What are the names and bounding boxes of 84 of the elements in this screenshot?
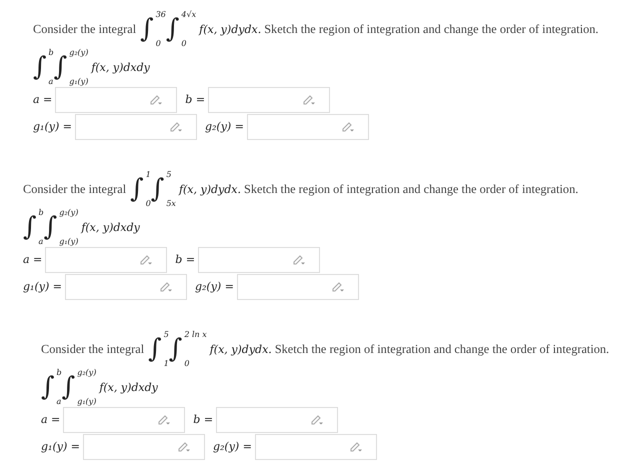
field-label: a =: [41, 413, 60, 426]
pencil-icon: [160, 281, 172, 292]
lower-limit: 1: [164, 359, 169, 368]
upper-limit: b: [38, 208, 44, 217]
integral-sign: ∫: [41, 371, 55, 404]
prompt-text: Consider the integral: [23, 182, 126, 196]
integral-sign: ∫: [166, 13, 180, 46]
field-label: g₁(y) =: [23, 280, 62, 293]
pencil-icon: [342, 121, 354, 132]
field-label: a =: [33, 93, 52, 106]
field-label: g₂(y) =: [212, 440, 252, 453]
lower-limit: 0: [146, 199, 151, 208]
integral-sign: ∫: [54, 51, 68, 84]
instruction-text: Sketch the region of integration and change the order of integration.: [264, 22, 598, 36]
upper-limit: b: [56, 368, 62, 377]
integral-sign: ∫: [168, 333, 182, 366]
pencil-icon: [170, 121, 182, 132]
lower-limit: a: [48, 77, 54, 86]
pencil-icon: [303, 94, 316, 105]
upper-limit: g₂(y): [69, 48, 88, 57]
answer-field[interactable]: [236, 274, 359, 300]
upper-limit: g₂(y): [59, 208, 78, 217]
integral-sign: ∫: [33, 51, 47, 84]
integral-sign: ∫: [148, 333, 162, 366]
answer-field[interactable]: [74, 114, 197, 140]
integrand-text: f(x, y)dxdy: [99, 380, 158, 394]
lower-limit: g₁(y): [69, 77, 88, 86]
field-label: b =: [175, 253, 196, 266]
integral-sign: ∫: [62, 371, 76, 404]
upper-limit: 4√x: [181, 10, 196, 19]
instruction-text: Sketch the region of integration and change the order of integration.: [244, 182, 578, 196]
answer-field[interactable]: [55, 86, 178, 112]
prompt-text: Consider the integral: [33, 22, 136, 36]
pencil-icon: [350, 441, 362, 452]
pencil-icon: [158, 414, 170, 425]
upper-limit: 5: [166, 170, 172, 179]
lower-limit: 0: [181, 39, 188, 48]
integral-sign: ∫: [140, 13, 154, 46]
field-label: g₂(y) =: [194, 280, 234, 293]
answer-field[interactable]: [208, 86, 330, 112]
upper-limit: b: [48, 48, 54, 57]
lower-limit: g₁(y): [77, 397, 96, 406]
integral-sign: ∫: [23, 211, 37, 244]
answer-field[interactable]: [254, 434, 377, 460]
upper-limit: 2 ln x: [184, 330, 207, 339]
lower-limit: 0: [156, 39, 162, 48]
lower-limit: a: [56, 397, 62, 406]
lower-limit: a: [38, 237, 44, 246]
pencil-icon: [332, 281, 344, 292]
upper-limit: 5: [164, 330, 169, 339]
field-label: g₂(y) =: [204, 120, 244, 133]
field-label: b =: [193, 413, 214, 426]
field-label: a =: [23, 253, 42, 266]
upper-limit: g₂(y): [77, 368, 96, 377]
answer-field[interactable]: [246, 114, 369, 140]
integral-sign: ∫: [44, 211, 58, 244]
pencil-icon: [311, 414, 324, 425]
pencil-icon: [140, 254, 152, 265]
integral-sign: ∫: [130, 173, 144, 206]
lower-limit: 5x: [166, 199, 176, 208]
answer-field[interactable]: [198, 246, 320, 272]
lower-limit: 0: [184, 359, 190, 368]
answer-field[interactable]: [82, 434, 205, 460]
field-label: b =: [185, 93, 206, 106]
answer-field[interactable]: [45, 246, 168, 272]
pencil-icon: [150, 94, 162, 105]
field-label: g₁(y) =: [33, 120, 72, 133]
integral-sign: ∫: [150, 173, 164, 206]
upper-limit: 1: [146, 170, 151, 179]
lower-limit: g₁(y): [59, 237, 78, 246]
upper-limit: 36: [156, 10, 166, 19]
prompt-text: Consider the integral: [41, 342, 144, 356]
integrand-text: f(x, y)dydx.: [199, 22, 262, 36]
answer-field[interactable]: [63, 406, 186, 432]
integrand-text: f(x, y)dxdy: [81, 220, 140, 234]
answer-field[interactable]: [64, 274, 187, 300]
integrand-text: f(x, y)dydx.: [178, 182, 242, 196]
instruction-text: Sketch the region of integration and change the order of integration.: [274, 342, 610, 356]
answer-field[interactable]: [216, 406, 338, 432]
integrand-text: f(x, y)dydx.: [210, 342, 272, 356]
field-label: g₁(y) =: [41, 440, 80, 453]
integrand-text: f(x, y)dxdy: [91, 60, 150, 74]
pencil-icon: [293, 254, 306, 265]
pencil-icon: [178, 441, 190, 452]
